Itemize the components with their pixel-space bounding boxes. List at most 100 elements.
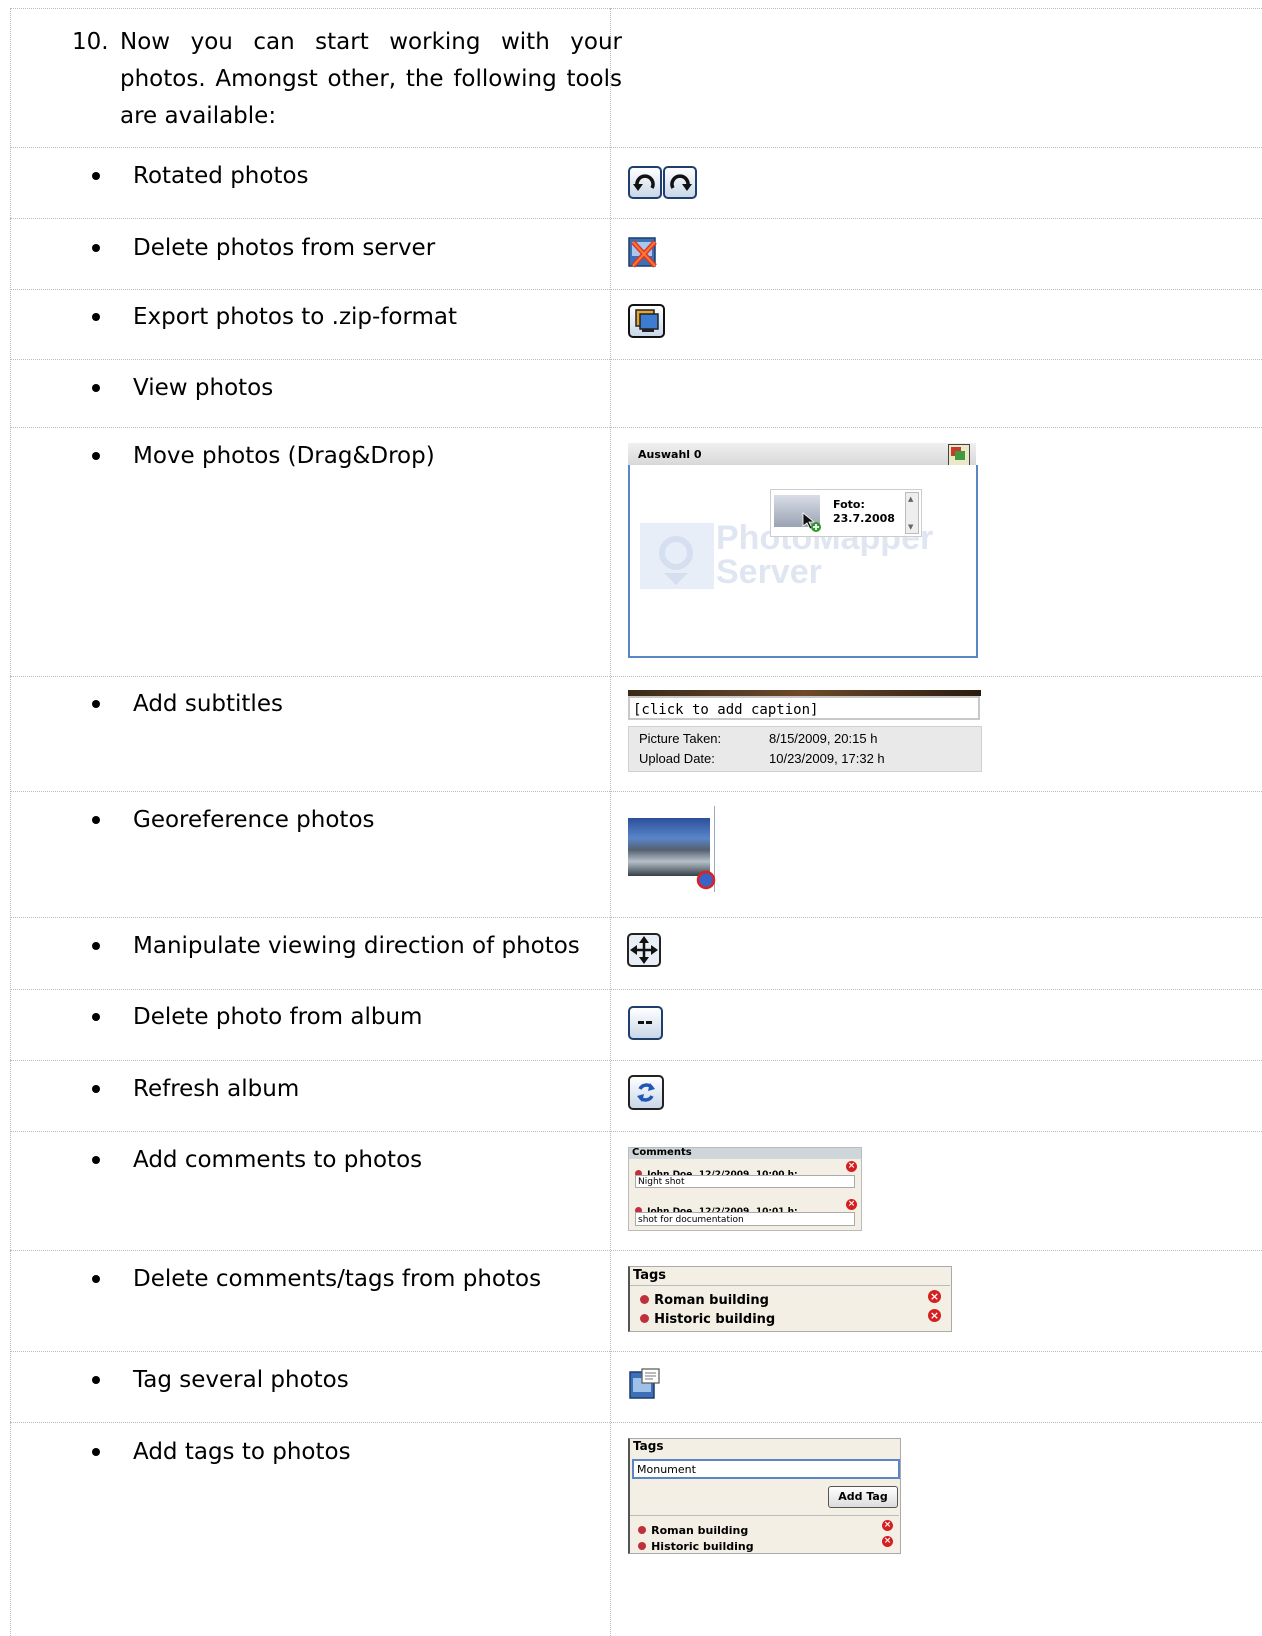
upload-date-value: 10/23/2009, 17:32 h — [769, 751, 885, 766]
row-divider — [10, 1422, 1262, 1423]
row-divider — [10, 8, 1262, 9]
delete-tag-icon[interactable]: × — [928, 1309, 941, 1322]
tags-title: Tags — [633, 1268, 667, 1283]
rotate-right-button[interactable] — [663, 166, 697, 199]
delete-tag-icon[interactable]: × — [928, 1290, 941, 1303]
batch-tag-icon — [629, 1368, 660, 1399]
picture-taken-value: 8/15/2009, 20:15 h — [769, 731, 878, 746]
tag-bullet — [638, 1526, 646, 1534]
tag-item: Roman building — [640, 1289, 769, 1308]
list-number: 10. — [72, 29, 109, 55]
tag-bullet — [638, 1542, 646, 1550]
remove-from-album-button[interactable] — [628, 1006, 663, 1040]
tool-label-move: Move photos (Drag&Drop) — [133, 443, 435, 469]
table-border-left — [10, 8, 11, 1636]
delete-comment-icon[interactable]: × — [846, 1161, 857, 1172]
dragged-photo-item[interactable]: Foto: 23.7.2008 ▲ ▼ — [770, 489, 922, 537]
panel-drop-button[interactable] — [948, 444, 970, 466]
move-photos-panel: Auswahl 0 PhotoMapper Server Foto: 23.7.… — [628, 443, 978, 658]
map-pin-icon[interactable] — [696, 870, 716, 890]
bullet — [92, 1085, 100, 1093]
export-zip-icon — [635, 309, 659, 332]
picture-taken-label: Picture Taken: — [639, 731, 722, 746]
delete-tag-icon[interactable]: × — [882, 1536, 893, 1547]
drop-target-icon — [951, 447, 965, 460]
bullet — [92, 1013, 100, 1021]
intro-text: Now you can start working with your phot… — [120, 29, 622, 129]
comment-text: shot for documentation — [635, 1212, 855, 1226]
tool-label-delete-album: Delete photo from album — [133, 1004, 423, 1030]
row-divider — [10, 218, 1262, 219]
upload-date-label: Upload Date: — [639, 751, 715, 766]
viewing-direction-button[interactable] — [627, 933, 661, 967]
bullet — [92, 1275, 100, 1283]
tag-label: Historic building — [651, 1540, 754, 1553]
tag-item: Historic building — [640, 1308, 775, 1327]
tool-label-rotate: Rotated photos — [133, 163, 309, 189]
tag-bullet — [640, 1314, 649, 1323]
bullet — [92, 1376, 100, 1384]
photomapper-logo-watermark — [640, 523, 714, 589]
subtitle-panel: [click to add caption] Picture Taken: 8/… — [628, 690, 982, 772]
add-tags-panel: Tags Monument Add Tag Roman building × H… — [628, 1438, 901, 1554]
minus-icon — [638, 1021, 652, 1024]
tool-label-delete-server: Delete photos from server — [133, 235, 436, 261]
bullet — [92, 700, 100, 708]
delete-comment-icon[interactable]: × — [846, 1199, 857, 1210]
landscape-thumbnail — [628, 818, 710, 876]
comments-title: Comments — [632, 1147, 692, 1158]
tag-input[interactable]: Monument — [632, 1459, 900, 1479]
tool-label-add-tags: Add tags to photos — [133, 1439, 351, 1465]
georeference-photo[interactable] — [628, 806, 718, 892]
comments-panel: Comments John Doe, 12/2/2009, 10:00 h: ×… — [628, 1147, 862, 1231]
bullet — [92, 244, 100, 252]
tag-bullet — [640, 1295, 649, 1304]
photo-label: Foto: — [833, 498, 865, 511]
bullet — [92, 384, 100, 392]
tag-item: Historic building — [638, 1535, 754, 1554]
tool-label-export-zip: Export photos to .zip-format — [133, 304, 458, 330]
bullet — [92, 172, 100, 180]
row-divider — [10, 791, 1262, 792]
row-divider — [10, 359, 1262, 360]
table-column-divider — [610, 8, 611, 1636]
add-plus-icon — [802, 512, 821, 532]
item-scrollbar[interactable]: ▲ ▼ — [905, 492, 919, 534]
tool-label-view: View photos — [133, 375, 274, 401]
caption-input[interactable]: [click to add caption] — [628, 696, 980, 720]
rotate-left-icon — [633, 174, 655, 191]
photo-date: 23.7.2008 — [833, 512, 895, 525]
row-divider — [10, 1060, 1262, 1061]
tool-label-delete-comments-tags: Delete comments/tags from photos — [133, 1266, 542, 1292]
scroll-down-icon[interactable]: ▼ — [908, 523, 913, 531]
tag-label: Roman building — [654, 1293, 769, 1308]
selection-drop-area[interactable]: PhotoMapper Server Foto: 23.7.2008 ▲ ▼ — [628, 465, 978, 658]
tag-label: Historic building — [654, 1312, 776, 1327]
add-tag-button[interactable]: Add Tag — [828, 1486, 898, 1508]
rotate-left-button[interactable] — [628, 166, 662, 199]
scroll-up-icon[interactable]: ▲ — [908, 495, 913, 503]
tag-list: Roman building × Historic building × — [630, 1285, 950, 1327]
row-divider — [10, 1250, 1262, 1251]
delete-tags-panel: Tags Roman building × Historic building … — [628, 1266, 952, 1332]
row-divider — [10, 989, 1262, 990]
bullet — [92, 942, 100, 950]
row-divider — [10, 1351, 1262, 1352]
tool-label-tag-several: Tag several photos — [133, 1367, 349, 1393]
refresh-icon — [637, 1083, 655, 1102]
row-divider — [10, 676, 1262, 677]
export-zip-button[interactable] — [628, 304, 665, 338]
tag-several-button[interactable] — [628, 1367, 661, 1400]
refresh-album-button[interactable] — [628, 1075, 664, 1110]
bullet — [92, 816, 100, 824]
row-divider — [10, 917, 1262, 918]
row-divider — [10, 1131, 1262, 1132]
delete-tag-icon[interactable]: × — [882, 1520, 893, 1531]
bullet — [92, 1448, 100, 1456]
photo-caption: Foto: 23.7.2008 — [833, 498, 895, 526]
intro-paragraph: 10. Now you can start working with your … — [72, 24, 622, 135]
tool-label-subtitles: Add subtitles — [133, 691, 283, 717]
panel-header: Auswahl 0 — [628, 443, 976, 466]
delete-from-server-button[interactable] — [627, 236, 660, 269]
bullet — [92, 452, 100, 460]
